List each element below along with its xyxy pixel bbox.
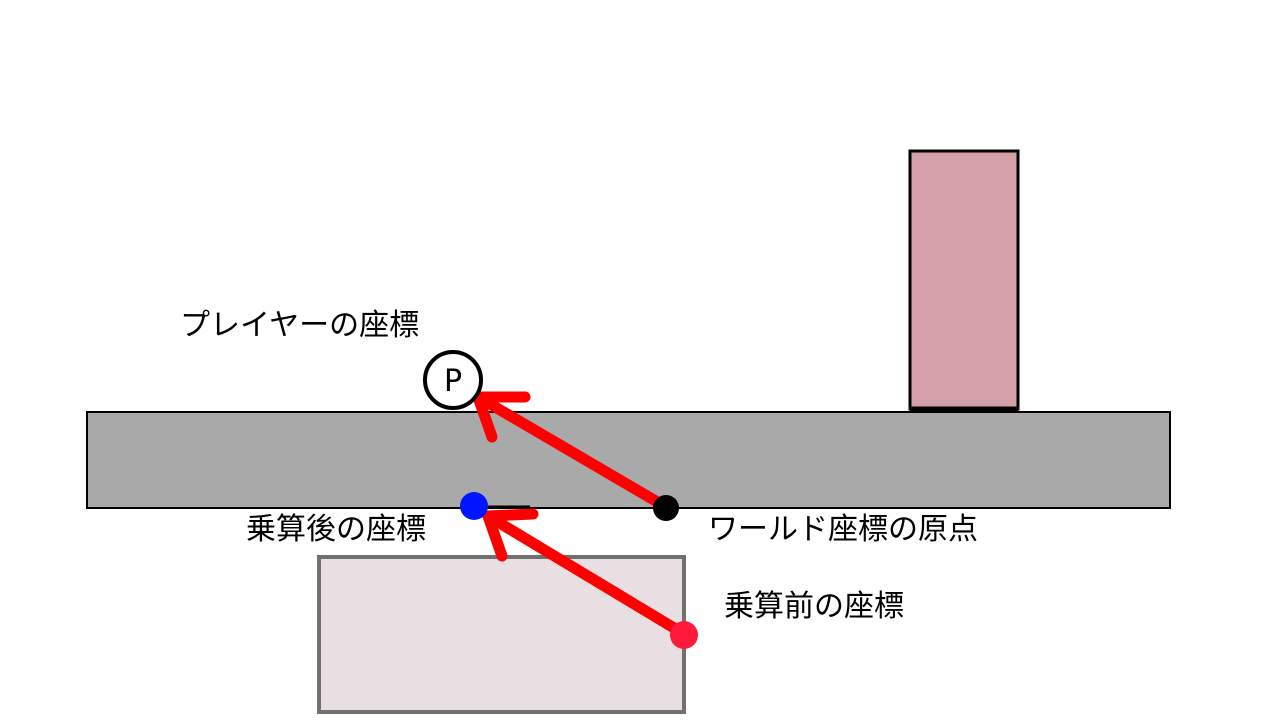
world-origin-label: ワールド座標の原点 [708,512,978,547]
player-coords-label: プレイヤーの座標 [180,308,420,343]
floor-slab [86,411,1171,509]
world-origin-point [653,495,679,521]
player-marker: P [423,350,483,410]
coordinate-diagram: P [86,149,1171,714]
before-multiply-label: 乗算前の座標 [724,589,904,624]
before-multiply-point [670,621,698,649]
lower-box [317,555,686,714]
after-multiply-point [460,492,488,520]
player-marker-letter: P [444,364,462,399]
pillar-block [908,149,1020,411]
after-multiply-label: 乗算後の座標 [246,512,426,547]
